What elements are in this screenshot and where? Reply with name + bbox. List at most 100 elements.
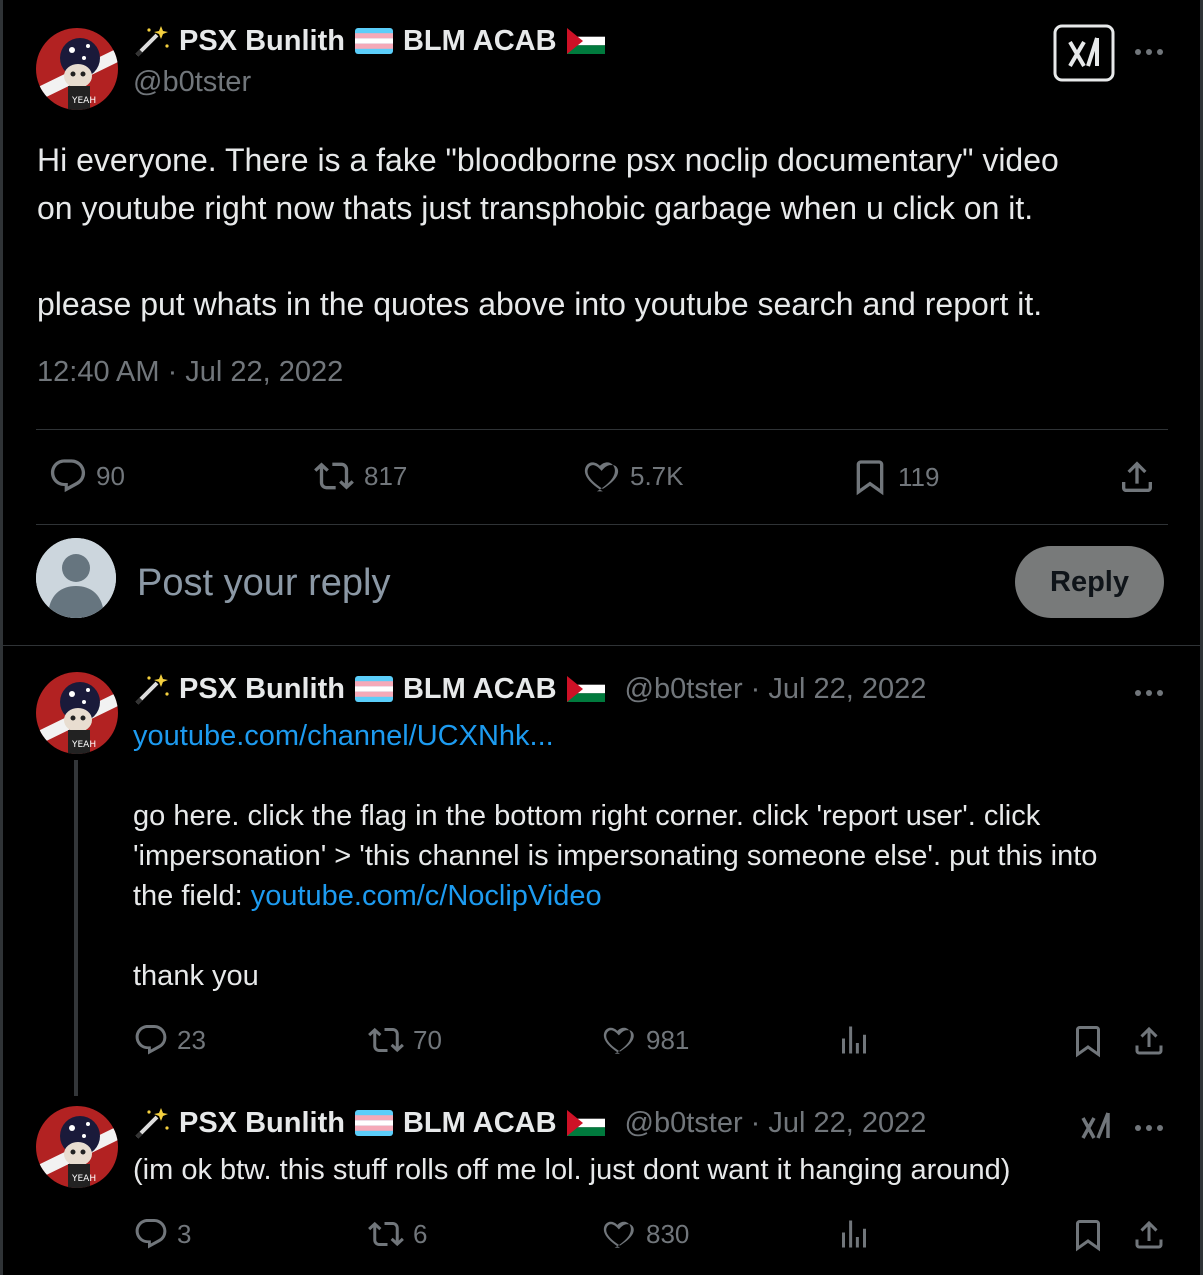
avatar-image: YEAH	[36, 672, 118, 754]
reply-action[interactable]: 3	[133, 1216, 191, 1252]
bookmark-icon	[1076, 1026, 1100, 1058]
repost-icon	[368, 1027, 404, 1053]
svg-text:YEAH: YEAH	[71, 96, 96, 106]
trans-flag-icon	[354, 1110, 393, 1136]
tweet-text-line: go here. click the flag in the bottom ri…	[133, 800, 1041, 832]
divider	[36, 524, 1168, 525]
user-avatar[interactable]	[36, 538, 116, 618]
reply-action[interactable]: 90	[48, 456, 125, 496]
palestine-flag-icon	[566, 676, 605, 702]
grok-icon[interactable]	[1053, 24, 1115, 82]
tweet-text-line: thank you	[133, 960, 259, 992]
avatar[interactable]: YEAH	[36, 672, 118, 754]
analytics-action[interactable]	[836, 1216, 872, 1252]
magic-wand-icon	[135, 1108, 169, 1139]
heart-icon	[584, 462, 619, 492]
svg-text:YEAH: YEAH	[71, 740, 96, 750]
share-action[interactable]	[1131, 1216, 1167, 1254]
avatar[interactable]: YEAH	[36, 28, 118, 110]
author-name[interactable]: PSX Bunlith BLM ACAB	[133, 24, 615, 58]
share-icon	[1135, 1220, 1163, 1249]
display-name-suffix: BLM ACAB	[402, 24, 557, 57]
tweet-text: youtube.com/channel/UCXNhk... go here. c…	[133, 716, 1097, 996]
analytics-action[interactable]	[836, 1022, 872, 1058]
more-options-icon[interactable]	[1135, 690, 1163, 696]
reply-icon	[135, 1219, 167, 1249]
repost-action[interactable]: 817	[312, 456, 407, 496]
analytics-icon	[842, 1220, 866, 1248]
reply-count: 23	[177, 1024, 206, 1055]
like-count: 830	[646, 1218, 690, 1249]
share-action[interactable]	[1131, 1022, 1167, 1060]
default-avatar-icon	[36, 538, 116, 618]
repost-action[interactable]: 6	[367, 1216, 427, 1252]
heart-icon	[603, 1221, 634, 1248]
channel-link[interactable]: youtube.com/channel/UCXNhk...	[133, 720, 554, 752]
tweet-meta[interactable]: @b0tster · Jul 22, 2022	[625, 673, 927, 706]
like-count: 5.7K	[630, 460, 684, 491]
repost-action[interactable]: 70	[367, 1022, 442, 1058]
avatar[interactable]: YEAH	[36, 1106, 118, 1188]
section-divider	[0, 645, 1203, 646]
noclip-link[interactable]: youtube.com/c/NoclipVideo	[251, 880, 602, 912]
bookmark-action[interactable]	[1070, 1216, 1106, 1254]
palestine-flag-icon	[566, 1110, 605, 1136]
like-action[interactable]: 830	[602, 1216, 689, 1252]
magic-wand-icon	[135, 674, 169, 705]
reply-action[interactable]: 23	[133, 1022, 206, 1058]
tweet-text: (im ok btw. this stuff rolls off me lol.…	[133, 1154, 1011, 1186]
palestine-flag-icon	[566, 28, 605, 54]
like-count: 981	[646, 1024, 690, 1055]
tweet-meta[interactable]: @b0tster · Jul 22, 2022	[625, 1107, 927, 1140]
bookmark-action[interactable]	[1070, 1022, 1106, 1060]
more-options-icon[interactable]	[1135, 49, 1163, 55]
reply-count: 3	[177, 1218, 192, 1249]
bookmark-icon	[856, 460, 884, 496]
tweet-timestamp[interactable]: 12:40 AM · Jul 22, 2022	[37, 356, 343, 389]
share-icon	[1122, 461, 1152, 492]
tweet-text-line: the field:	[133, 880, 251, 912]
tweet-text: Hi everyone. There is a fake "bloodborne…	[37, 136, 1177, 328]
divider	[36, 429, 1168, 430]
svg-text:YEAH: YEAH	[71, 1174, 96, 1184]
reply-button[interactable]: Reply	[1015, 546, 1164, 618]
reply-input[interactable]: Post your reply	[137, 562, 390, 605]
repost-icon	[314, 462, 354, 490]
repost-count: 70	[413, 1024, 442, 1055]
author-name[interactable]: PSX Bunlith BLM ACAB @b0tster · Jul 22, …	[133, 1106, 926, 1140]
tweet-text-line: Hi everyone. There is a fake "bloodborne…	[37, 142, 1059, 178]
thread-connector	[74, 760, 78, 1096]
repost-count: 6	[413, 1218, 428, 1249]
avatar-image: YEAH	[36, 1106, 118, 1188]
like-action[interactable]: 981	[602, 1022, 689, 1058]
trans-flag-icon	[354, 28, 393, 54]
author-name[interactable]: PSX Bunlith BLM ACAB @b0tster · Jul 22, …	[133, 672, 926, 706]
reply-count: 90	[96, 460, 125, 491]
display-name: PSX Bunlith	[179, 672, 345, 705]
tweet-text-line: on youtube right now thats just transpho…	[37, 190, 1034, 226]
bookmark-action[interactable]: 119	[850, 456, 939, 498]
display-name-suffix: BLM ACAB	[402, 1106, 557, 1139]
author-handle[interactable]: @b0tster	[133, 66, 251, 99]
magic-wand-icon	[135, 26, 169, 57]
display-name: PSX Bunlith	[179, 24, 345, 57]
share-action[interactable]	[1117, 456, 1157, 498]
heart-icon	[603, 1027, 634, 1054]
reply-icon	[135, 1025, 167, 1055]
more-options-icon[interactable]	[1135, 1125, 1163, 1131]
bookmark-icon	[1076, 1220, 1100, 1252]
repost-count: 817	[364, 460, 408, 491]
avatar-image: YEAH	[36, 28, 118, 110]
bookmark-count: 119	[898, 461, 940, 492]
display-name-suffix: BLM ACAB	[402, 672, 557, 705]
trans-flag-icon	[354, 676, 393, 702]
tweet-text-line: 'impersonation' > 'this channel is imper…	[133, 840, 1098, 872]
display-name: PSX Bunlith	[179, 1106, 345, 1139]
share-icon	[1135, 1026, 1163, 1055]
analytics-icon	[842, 1026, 866, 1054]
reply-icon	[50, 459, 86, 493]
repost-icon	[368, 1221, 404, 1247]
grok-icon[interactable]	[1080, 1110, 1114, 1142]
like-action[interactable]: 5.7K	[582, 456, 684, 496]
tweet-text-line: please put whats in the quotes above int…	[37, 286, 1043, 322]
